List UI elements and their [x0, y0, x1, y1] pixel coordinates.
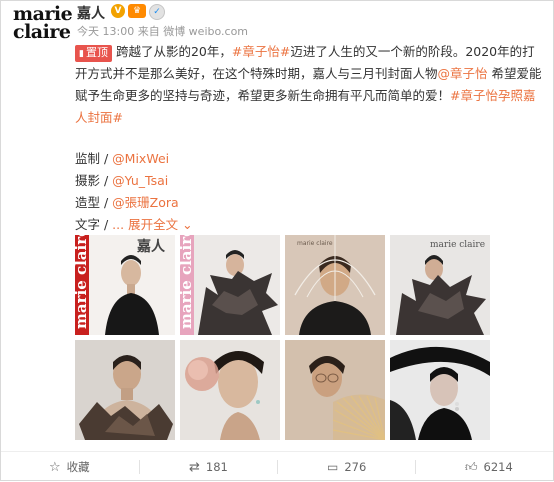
- cover-brand-text: marie claire: [297, 240, 333, 247]
- avatar[interactable]: marie claire: [11, 5, 73, 53]
- photo-grid: marie claire 嘉人 marie claire: [75, 235, 498, 442]
- mention-link[interactable]: @章子怡: [438, 66, 488, 81]
- photo-thumbnail[interactable]: [390, 340, 490, 440]
- like-button[interactable]: 👍︎ 6214: [465, 452, 513, 482]
- topic-tag[interactable]: #章子怡#: [232, 44, 290, 59]
- repost-icon: ⇄: [189, 459, 200, 475]
- member-badge-icon[interactable]: ♛: [128, 4, 146, 18]
- photo-thumbnail[interactable]: marie claire 嘉人: [75, 235, 175, 335]
- credits: 监制 / @MixWei 摄影 / @Yu_Tsai 造型 / @張珊Zora …: [75, 148, 193, 236]
- photo-thumbnail[interactable]: [285, 340, 385, 440]
- cover-title-text: 嘉人: [136, 238, 166, 255]
- chevron-down-icon: ⌄: [182, 217, 193, 232]
- thumbs-up-icon: 👍︎: [465, 459, 478, 474]
- photo-thumbnail[interactable]: marie claire: [285, 235, 385, 335]
- cover-brand-text: marie claire: [75, 235, 90, 329]
- verified-icon[interactable]: V: [111, 4, 125, 18]
- mention-link[interactable]: @Yu_Tsai: [112, 173, 168, 188]
- comment-button[interactable]: ▭ 276: [327, 452, 366, 482]
- credit-row: 文字 / ... 展开全文 ⌄: [75, 217, 193, 232]
- photo-thumbnail[interactable]: [180, 340, 280, 440]
- divider: [139, 460, 140, 474]
- action-bar: ☆ 收藏 ⇄ 181 ▭ 276 👍︎ 6214: [1, 451, 553, 482]
- mention-link[interactable]: @MixWei: [112, 151, 169, 166]
- star-icon: ☆: [49, 459, 61, 475]
- comment-icon: ▭: [327, 460, 339, 474]
- cover-brand-text: marie claire: [180, 235, 195, 329]
- pinned-badge: ▮ 置顶: [75, 45, 112, 62]
- mention-link[interactable]: @張珊Zora: [112, 195, 179, 210]
- credit-row: 摄影 / @Yu_Tsai: [75, 173, 169, 188]
- credit-row: 造型 / @張珊Zora: [75, 195, 179, 210]
- photo-thumbnail[interactable]: marie claire: [180, 235, 280, 335]
- account-badges: V ♛ ✓: [111, 4, 165, 20]
- check-badge-icon[interactable]: ✓: [149, 4, 165, 20]
- post-meta: 今天 13:00 来自 微博 weibo.com: [77, 25, 249, 38]
- divider: [415, 460, 416, 474]
- photo-thumbnail[interactable]: marie claire: [390, 235, 490, 335]
- post-text: ▮ 置顶 跨越了从影的20年，#章子怡#迈进了人生的又一个新的阶段。2020年的打开…: [75, 44, 542, 125]
- photo-thumbnail[interactable]: [75, 340, 175, 440]
- repost-button[interactable]: ⇄ 181: [189, 452, 228, 482]
- weibo-post-card: marie claire 嘉人 V ♛ ✓ 今天 13:00 来自 微博 wei…: [0, 0, 554, 481]
- divider: [277, 460, 278, 474]
- avatar-logo: marie claire: [13, 3, 73, 43]
- cover-brand-text: marie claire: [430, 240, 485, 250]
- credit-row: 监制 / @MixWei: [75, 151, 170, 166]
- account-name[interactable]: 嘉人: [77, 3, 105, 23]
- pin-icon: ▮: [79, 49, 84, 59]
- favorite-button[interactable]: ☆ 收藏: [49, 452, 90, 482]
- expand-full-text-link[interactable]: ... 展开全文 ⌄: [112, 217, 192, 232]
